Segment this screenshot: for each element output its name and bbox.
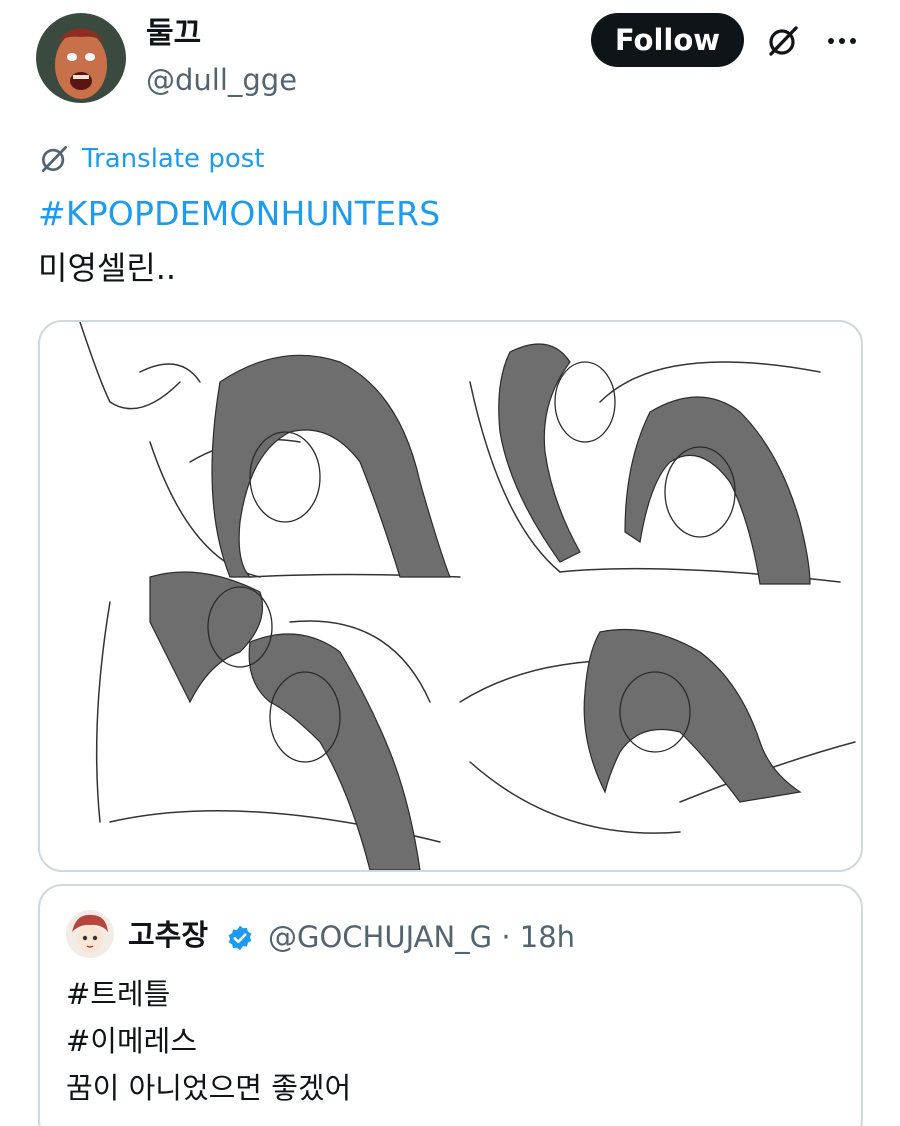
quoted-post-line: 꿈이 아니었으면 좋겠어 <box>66 1071 352 1105</box>
quoted-post-line[interactable]: #트레틀 <box>66 974 170 1014</box>
author-display-name[interactable]: 둘끄 <box>146 14 201 54</box>
grok-icon <box>769 26 798 56</box>
quoted-post-line[interactable]: #이메레스 <box>66 1021 197 1061</box>
follow-button[interactable]: Follow <box>591 13 744 67</box>
quoted-author-handle-time[interactable]: @GOCHUJAN_G · 18h <box>268 918 575 956</box>
sketch-illustration <box>79 322 856 870</box>
post-text: 미영셀린.. <box>38 249 177 287</box>
post-header: 둘끄 @dull_gge Follow <box>0 0 900 120</box>
post-hashtag[interactable]: #KPOPDEMONHUNTERS <box>38 192 440 236</box>
more-icon <box>850 38 856 44</box>
quoted-post-card[interactable]: 고추장 @GOCHUJAN_G · 18h #트레틀 #이메레스 꿈이 아니었으… <box>38 884 863 1126</box>
translate-post-link[interactable]: Translate post <box>38 140 264 178</box>
quoted-author-avatar[interactable] <box>66 910 114 958</box>
translate-icon <box>41 146 67 172</box>
grok-button[interactable] <box>764 22 802 60</box>
verified-badge-icon <box>228 925 252 951</box>
author-avatar[interactable] <box>36 13 126 103</box>
translate-label[interactable]: Translate post <box>82 144 264 174</box>
more-button[interactable] <box>822 22 862 60</box>
post-media-image[interactable] <box>38 320 863 872</box>
more-icon <box>839 38 845 44</box>
author-handle[interactable]: @dull_gge <box>146 60 297 100</box>
more-icon <box>828 38 834 44</box>
avatar-character-icon <box>66 910 114 958</box>
quoted-author-name[interactable]: 고추장 <box>128 916 208 954</box>
avatar-demon-icon <box>36 13 126 103</box>
